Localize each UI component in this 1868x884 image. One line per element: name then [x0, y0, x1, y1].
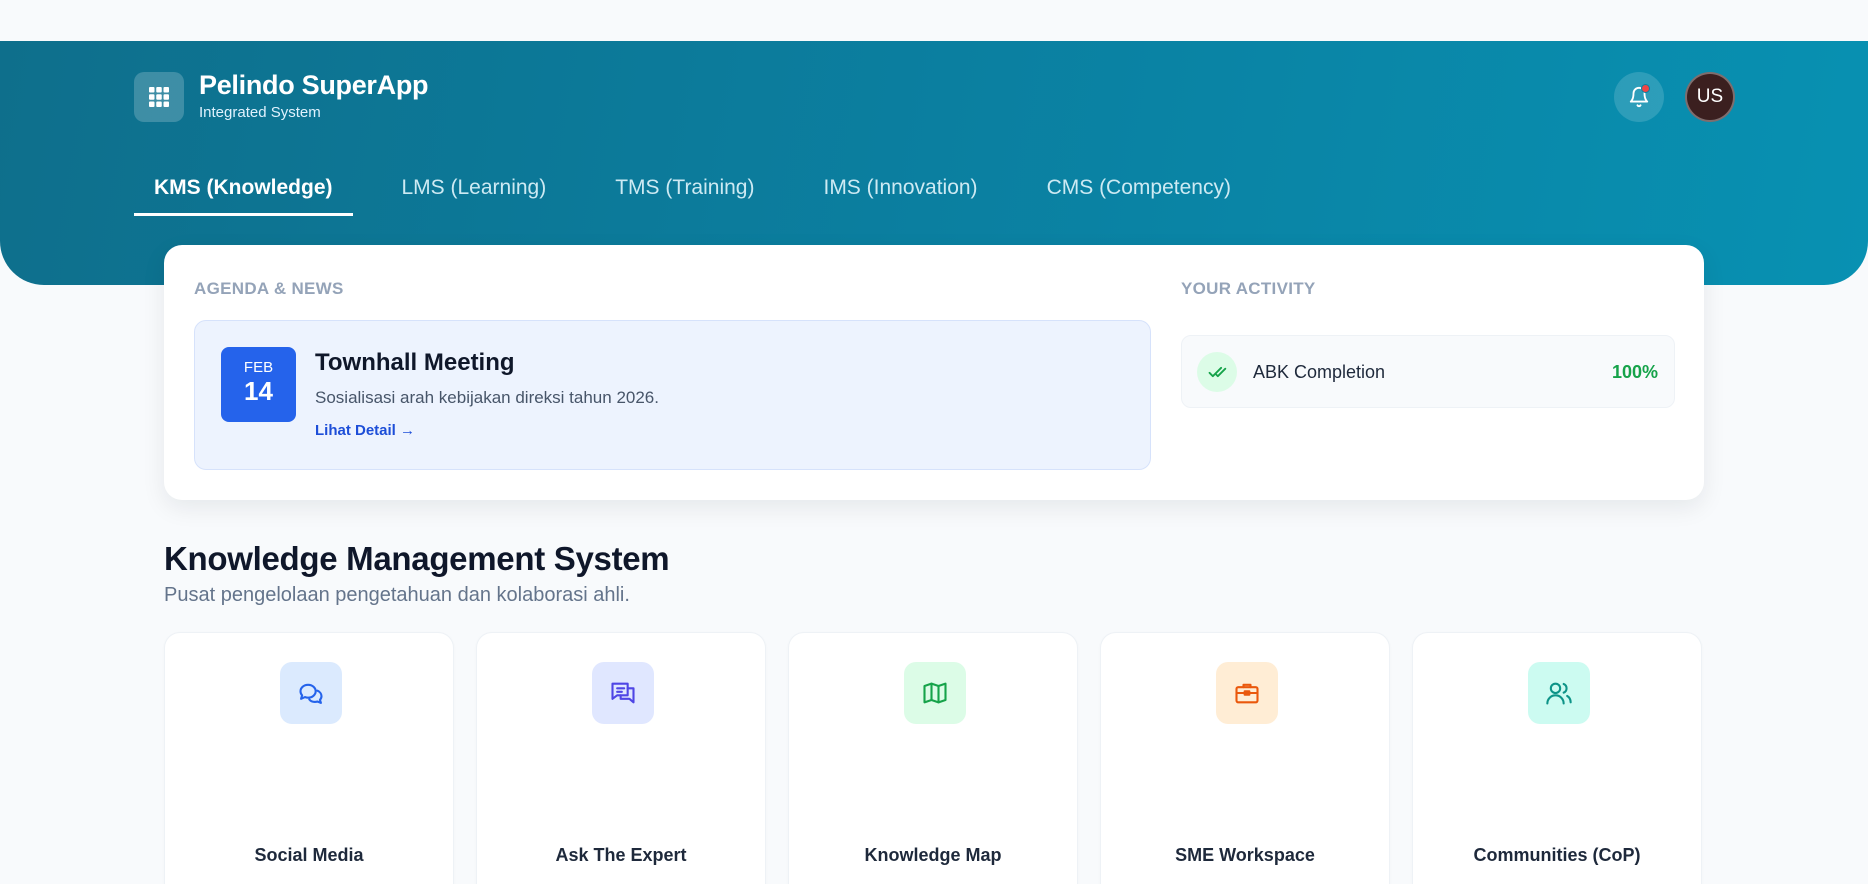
- app-subtitle: Integrated System: [199, 104, 321, 121]
- activity-item: ABK Completion 100%: [1181, 335, 1675, 408]
- module-icon-tile: [1528, 662, 1590, 724]
- module-label: Social Media: [254, 845, 364, 865]
- user-avatar[interactable]: US: [1685, 72, 1735, 122]
- module-tabs: KMS (Knowledge) LMS (Learning) TMS (Trai…: [134, 170, 1280, 216]
- module-card-sme-workspace[interactable]: SME Workspace: [1100, 632, 1390, 884]
- module-icon-tile: [592, 662, 654, 724]
- module-card-communities[interactable]: Communities (CoP): [1412, 632, 1702, 884]
- module-icon-tile: [904, 662, 966, 724]
- date-month: FEB: [243, 359, 274, 376]
- date-day: 14: [244, 376, 273, 406]
- module-card-social-media[interactable]: Social Media: [164, 632, 454, 884]
- agenda-title: Townhall Meeting: [315, 349, 515, 376]
- activity-section-label: YOUR ACTIVITY: [1181, 279, 1316, 298]
- module-icon-tile: [1216, 662, 1278, 724]
- activity-value: 100%: [1611, 362, 1658, 382]
- notifications-button[interactable]: [1614, 72, 1664, 122]
- notification-dot: [1641, 84, 1650, 93]
- top-strip: [0, 0, 1868, 41]
- tab-ims[interactable]: IMS (Innovation): [803, 170, 997, 216]
- tab-cms[interactable]: CMS (Competency): [1027, 170, 1251, 216]
- chat-bubbles-icon: [299, 683, 323, 704]
- briefcase-icon: [1235, 683, 1259, 704]
- apps-menu-button[interactable]: [134, 72, 184, 122]
- message-square-icon: [611, 682, 635, 704]
- module-label: Ask The Expert: [555, 845, 687, 865]
- grid-icon: [149, 87, 169, 107]
- module-label: SME Workspace: [1175, 845, 1315, 865]
- module-label: Communities (CoP): [1473, 845, 1641, 865]
- map-icon: [923, 682, 947, 704]
- page-title: Knowledge Management System: [164, 540, 670, 577]
- activity-label: ABK Completion: [1253, 362, 1386, 382]
- agenda-item: FEB 14 Townhall Meeting Sosialisasi arah…: [194, 320, 1151, 470]
- agenda-detail-link[interactable]: Lihat Detail →: [315, 422, 415, 439]
- module-label: Knowledge Map: [864, 845, 1002, 865]
- app-title: Pelindo SuperApp: [199, 70, 429, 100]
- module-card-knowledge-map[interactable]: Knowledge Map: [788, 632, 1078, 884]
- dashboard-summary-card: AGENDA & NEWS FEB 14 Townhall Meeting So…: [164, 245, 1704, 500]
- tab-kms[interactable]: KMS (Knowledge): [134, 170, 353, 216]
- page-subtitle: Pusat pengelolaan pengetahuan dan kolabo…: [164, 584, 630, 606]
- tab-tms[interactable]: TMS (Training): [595, 170, 774, 216]
- tab-lms[interactable]: LMS (Learning): [382, 170, 567, 216]
- agenda-description: Sosialisasi arah kebijakan direksi tahun…: [315, 388, 659, 407]
- date-badge: FEB 14: [221, 347, 296, 422]
- activity-status-badge: [1197, 352, 1237, 392]
- module-icon-tile: [280, 662, 342, 724]
- users-icon: [1546, 682, 1572, 705]
- double-check-icon: [1208, 366, 1227, 378]
- module-card-ask-the-expert[interactable]: Ask The Expert: [476, 632, 766, 884]
- agenda-section-label: AGENDA & NEWS: [194, 279, 344, 298]
